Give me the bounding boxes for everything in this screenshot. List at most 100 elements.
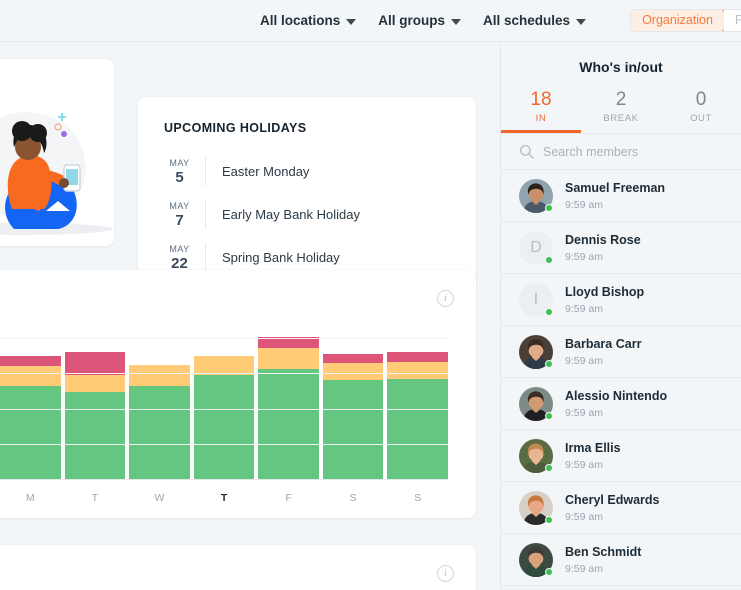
status-tab-out[interactable]: 0 OUT: [661, 88, 741, 133]
chart-bar[interactable]: [129, 364, 190, 479]
status-dot-online: [545, 203, 553, 212]
header-filters: All locations All groups All schedules O…: [260, 9, 741, 32]
member-row[interactable]: D Dennis Rose 9:59 am: [501, 222, 741, 274]
member-info: Cheryl Edwards 9:59 am: [565, 492, 659, 523]
chart-bar-segment-green: [387, 378, 449, 479]
avatar-initial-letter: I: [533, 290, 539, 308]
avatar: [519, 334, 553, 369]
chevron-down-icon: [576, 18, 587, 25]
member-row[interactable]: Barbara Carr 9:59 am: [501, 326, 741, 378]
chart-bar[interactable]: [64, 352, 126, 479]
active-tab-underline: [501, 130, 581, 133]
member-time: 9:59 am: [565, 511, 603, 523]
holiday-name: Easter Monday: [222, 164, 310, 179]
chevron-down-icon: [346, 18, 357, 25]
chart-x-label: M: [25, 492, 35, 504]
holiday-date: MAY 5: [164, 157, 206, 186]
search-input[interactable]: [543, 144, 713, 159]
filter-all-locations[interactable]: All locations: [260, 13, 357, 28]
chevron-down-icon: [451, 18, 462, 25]
chart-bar-segment-amber: [387, 361, 449, 379]
scope-toggle-personal[interactable]: Personal: [723, 10, 741, 31]
member-info: Samuel Freeman 9:59 am: [565, 180, 665, 211]
search-icon: [520, 145, 534, 159]
holiday-day: 5: [175, 169, 184, 186]
status-dot-online: [545, 255, 553, 264]
member-row[interactable]: Ben Schmidt 9:59 am: [501, 534, 741, 586]
member-row[interactable]: Samuel Freeman 9:59 am: [501, 170, 741, 222]
avatar: I: [519, 282, 553, 317]
chart-bar-segment-amber: [64, 374, 126, 392]
chart-bar-segment-green: [322, 380, 384, 479]
member-row[interactable]: Cheryl Edwards 9:59 am: [501, 482, 741, 534]
member-row[interactable]: Irma Ellis 9:59 am: [501, 430, 741, 482]
member-name: Cheryl Edwards: [565, 493, 660, 507]
chart-bar-segment-pink: [387, 352, 449, 362]
top-header: All locations All groups All schedules O…: [0, 0, 741, 42]
status-dot-online: [545, 411, 553, 420]
holiday-day: 7: [175, 212, 184, 229]
member-name: Dennis Rose: [565, 233, 641, 247]
chart-bar-segment-green: [258, 369, 319, 479]
avatar: [519, 542, 553, 577]
status-tabs: 18 IN 2 BREAK 0 OUT: [501, 88, 741, 133]
chart-gridline: [0, 443, 448, 445]
member-time: 9:59 am: [565, 199, 603, 211]
search-members-row[interactable]: [501, 134, 741, 170]
whos-in-out-sidebar: Who's in/out 18 IN 2 BREAK 0 OUT Search …: [500, 42, 741, 590]
chart-bar-segment-green: [193, 374, 255, 479]
filter-all-groups-label: All groups: [378, 13, 446, 28]
member-row[interactable]: I Lloyd Bishop 9:59 am: [501, 274, 741, 326]
status-tab-in[interactable]: 18 IN: [501, 88, 581, 133]
chart-bar-segment-green: [0, 385, 61, 479]
member-info: Barbara Carr 9:59 am: [565, 336, 641, 367]
people-working-illustration: [0, 59, 114, 246]
holiday-row[interactable]: MAY 7 Early May Bank Holiday: [164, 193, 450, 236]
chart-bar[interactable]: [193, 356, 255, 479]
status-dot-online: [545, 463, 553, 472]
holiday-date: MAY 22: [164, 243, 206, 272]
member-row[interactable]: Alessio Nintendo 9:59 am: [501, 378, 741, 430]
upcoming-holidays-title: UPCOMING HOLIDAYS: [164, 121, 307, 135]
chart-bar-segment-amber: [258, 347, 319, 370]
member-info: Dennis Rose 9:59 am: [565, 232, 641, 263]
info-icon[interactable]: i: [437, 290, 454, 307]
member-time: 9:59 am: [565, 407, 603, 419]
filter-all-schedules-label: All schedules: [483, 13, 571, 28]
chart-bar-segment-amber: [0, 366, 61, 386]
member-name: Ben Schmidt: [565, 545, 642, 559]
filter-all-groups[interactable]: All groups: [378, 13, 462, 28]
chart-x-label: S: [414, 492, 422, 504]
chart-bar[interactable]: [387, 352, 449, 479]
avatar: [519, 490, 553, 525]
member-time: 9:59 am: [565, 303, 603, 315]
status-tab-break[interactable]: 2 BREAK: [581, 88, 661, 133]
attendance-bar-chart: MTWTFSS: [0, 336, 449, 508]
chart-gridline: [0, 338, 448, 339]
holiday-date: MAY 7: [164, 200, 206, 229]
status-count-in: 18: [530, 89, 552, 110]
holiday-name: Early May Bank Holiday: [222, 207, 360, 222]
filter-all-schedules[interactable]: All schedules: [483, 13, 587, 28]
chart-bar-segment-pink: [64, 352, 126, 375]
chart-x-label: S: [349, 492, 357, 504]
chart-bar-segment-pink: [322, 353, 384, 364]
info-icon[interactable]: i: [437, 565, 454, 582]
scope-toggle: Organization Personal: [630, 9, 741, 32]
sidebar-title: Who's in/out: [579, 59, 663, 75]
status-dot-online: [545, 307, 553, 316]
chart-bar-segment-amber: [193, 356, 255, 375]
member-name: Irma Ellis: [565, 441, 621, 455]
holiday-month: MAY: [169, 201, 190, 211]
member-time: 9:59 am: [565, 251, 603, 263]
chart-x-label: W: [154, 492, 165, 504]
illustration-card: [0, 59, 114, 246]
scope-toggle-organization[interactable]: Organization: [631, 10, 725, 31]
member-info: Ben Schmidt 9:59 am: [565, 544, 641, 575]
chart-axis-line: [0, 479, 448, 480]
chart-bar-segment-green: [129, 385, 190, 479]
holiday-row[interactable]: MAY 5 Easter Monday: [164, 150, 450, 193]
chart-bar[interactable]: [0, 356, 61, 479]
avatar: [519, 386, 553, 421]
status-count-break: 2: [615, 89, 627, 110]
